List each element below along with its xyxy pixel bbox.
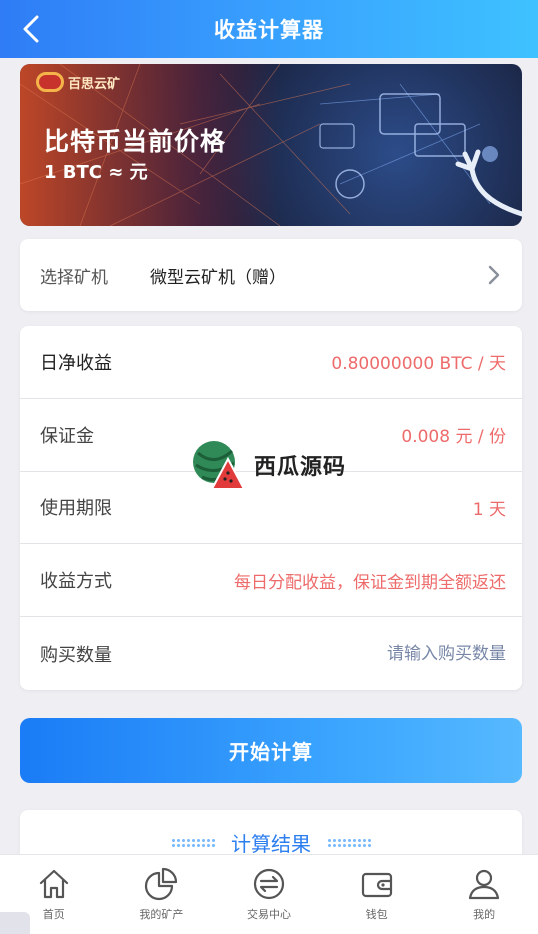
- quantity-row: 购买数量: [20, 617, 522, 690]
- pie-chart-icon: [145, 867, 178, 901]
- miner-info-card: 日净收益 0.80000000 BTC / 天 保证金 0.008 元 / 份 …: [20, 326, 522, 690]
- tab-wallet-label: 钱包: [365, 908, 388, 921]
- result-title: 计算结果: [171, 828, 371, 857]
- dots-decoration-left: [171, 837, 215, 848]
- payout-method-row: 收益方式 每日分配收益，保证金到期全额返还: [20, 544, 522, 618]
- start-calculation-button[interactable]: 开始计算: [20, 718, 522, 783]
- quantity-input[interactable]: [266, 643, 506, 664]
- miner-select-label: 选择矿机: [40, 267, 108, 288]
- tab-trading-center[interactable]: 交易中心: [215, 855, 323, 934]
- daily-income-value: 0.80000000 BTC / 天: [331, 354, 506, 375]
- tab-trading-center-label: 交易中心: [246, 908, 291, 921]
- daily-income-label: 日净收益: [40, 352, 112, 374]
- deposit-label: 保证金: [40, 425, 94, 447]
- logo-mark-icon: [36, 72, 64, 92]
- deposit-value: 0.008 元 / 份: [401, 427, 506, 448]
- watermark: 西瓜源码: [190, 437, 346, 493]
- banner-logo: 百思云矿: [36, 72, 120, 92]
- payout-method-value: 每日分配收益，保证金到期全额返还: [234, 572, 506, 593]
- banner-headline: 比特币当前价格: [44, 127, 227, 156]
- tab-wallet[interactable]: 钱包: [323, 855, 431, 934]
- tab-my-assets[interactable]: 我的矿产: [108, 855, 216, 934]
- exchange-icon: [253, 868, 285, 900]
- tab-profile[interactable]: 我的: [430, 855, 538, 934]
- back-arrow-icon[interactable]: [18, 14, 46, 44]
- top-bar: 收益计算器: [0, 0, 538, 58]
- watermark-text: 西瓜源码: [254, 455, 347, 480]
- bottom-tab-bar: 首页 我的矿产 交易中心 钱包 我的: [0, 854, 538, 934]
- watermelon-icon: [193, 441, 246, 490]
- logo-text: 百思云矿: [68, 76, 121, 92]
- miner-select-row[interactable]: 选择矿机 微型云矿机（赠）: [20, 239, 522, 311]
- daily-income-row: 日净收益 0.80000000 BTC / 天: [20, 326, 522, 399]
- wallet-icon: [361, 872, 392, 898]
- payout-method-label: 收益方式: [40, 571, 112, 593]
- term-label: 使用期限: [40, 498, 112, 520]
- price-banner: 百思云矿 比特币当前价格 1 BTC ≈ 元: [20, 64, 522, 226]
- dots-decoration-right: [327, 837, 371, 848]
- home-icon: [39, 869, 68, 899]
- miner-select-value: 微型云矿机（赠）: [150, 267, 286, 288]
- tab-home-label: 首页: [42, 908, 65, 921]
- tab-profile-label: 我的: [473, 908, 496, 921]
- corner-handle: [0, 912, 30, 934]
- banner-price-line: 1 BTC ≈ 元: [44, 162, 148, 183]
- tab-my-assets-label: 我的矿产: [139, 908, 184, 921]
- result-title-text: 计算结果: [231, 832, 311, 856]
- quantity-label: 购买数量: [40, 644, 112, 666]
- chevron-right-icon: [488, 265, 500, 285]
- page-title: 收益计算器: [214, 18, 324, 42]
- user-icon: [469, 869, 500, 900]
- term-value: 1 天: [472, 499, 506, 520]
